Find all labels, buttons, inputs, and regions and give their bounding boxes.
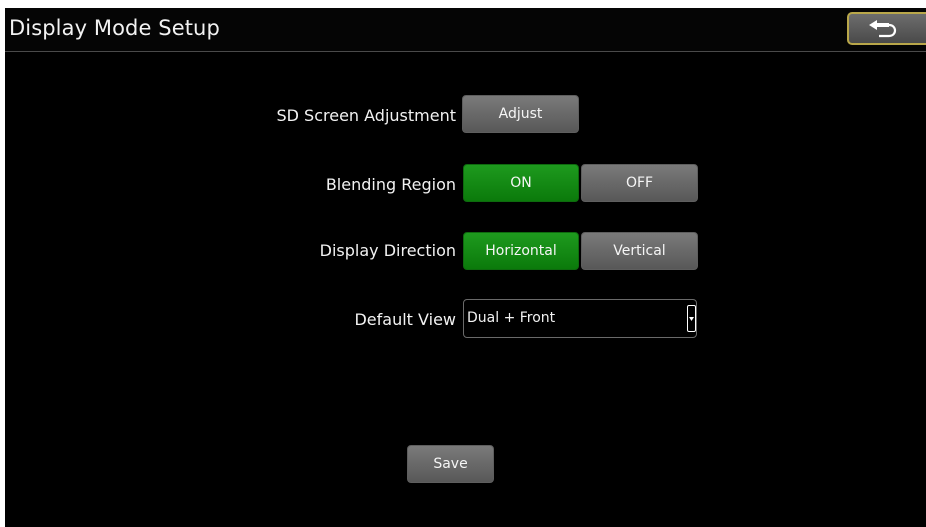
blending-region-label: Blending Region <box>325 175 456 194</box>
blending-off-label: OFF <box>625 175 654 191</box>
direction-vertical-label: Vertical <box>613 243 666 259</box>
display-direction-label: Display Direction <box>319 241 456 260</box>
default-view-value: Dual + Front <box>467 310 556 326</box>
blending-on-label: ON <box>510 175 532 191</box>
adjust-button[interactable]: Adjust <box>462 95 579 133</box>
dropdown-toggle[interactable] <box>687 305 696 332</box>
back-arrow-icon <box>869 20 897 38</box>
blending-on-button[interactable]: ON <box>463 164 579 202</box>
direction-vertical-button[interactable]: Vertical <box>581 232 698 270</box>
direction-horizontal-label: Horizontal <box>485 243 557 259</box>
title-bar: Display Mode Setup <box>5 8 926 52</box>
back-button[interactable] <box>847 12 926 45</box>
default-view-label: Default View <box>354 310 456 329</box>
save-button[interactable]: Save <box>407 445 494 483</box>
blending-off-button[interactable]: OFF <box>581 164 698 202</box>
page-title: Display Mode Setup <box>9 16 220 40</box>
sd-screen-adjustment-label: SD Screen Adjustment <box>276 106 456 125</box>
display-mode-setup-screen: Display Mode Setup SD Screen Adjustment … <box>5 8 926 527</box>
direction-horizontal-button[interactable]: Horizontal <box>463 232 579 270</box>
chevron-down-icon <box>689 317 694 321</box>
adjust-button-label: Adjust <box>498 106 543 122</box>
save-button-label: Save <box>433 456 468 472</box>
default-view-select[interactable]: Dual + Front <box>463 299 697 338</box>
